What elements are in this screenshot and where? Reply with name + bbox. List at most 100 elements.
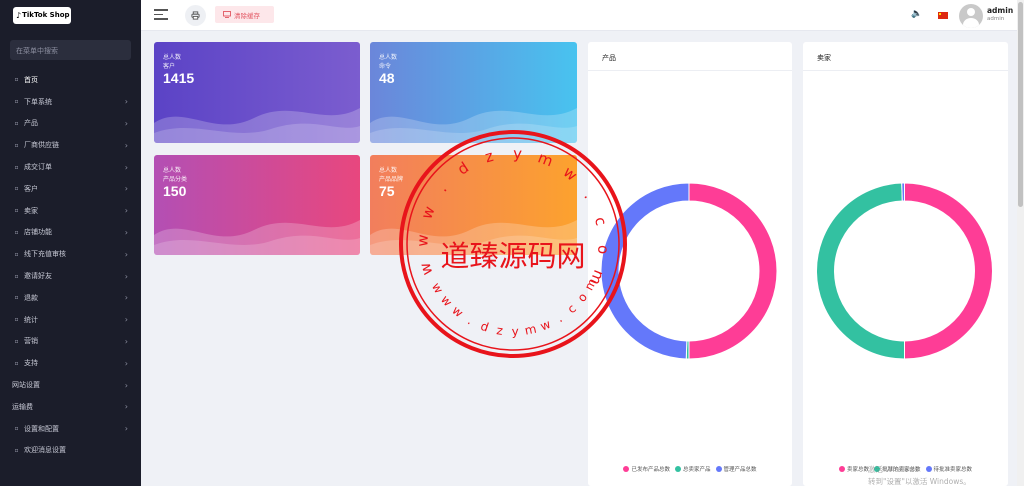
sellers-chart-panel: 卖家 卖家总数 批准的卖家总数 待批准卖家总数 [803,42,1008,486]
sidebar-item-label: 成交订单 [24,163,52,172]
sidebar-item-label: 产品 [24,119,38,128]
donut-slice[interactable] [600,182,690,360]
sidebar-item[interactable]: ▫ 退款 › [0,287,141,309]
tiktok-shop-logo[interactable]: ♪ TikTok Shop [13,6,71,24]
products-chart-panel: 产品 已发布产品总数 总卖家产品 管理产品总数 [588,42,792,486]
legend-item[interactable]: 已发布产品总数 [623,465,670,473]
sidebar-item[interactable]: ▫ 欢迎消息设置 [0,440,141,462]
chevron-right-icon: › [124,227,128,237]
avatar[interactable] [959,4,983,28]
stat-sublabel: 命令 [379,63,392,70]
truck-icon: ▫ [14,141,19,149]
sidebar-menu: ▫ 首页 ▫ 下单系统 › ▫ 产品 › ▫ 厂商供应链 › ▫ 成交订单 › ▫ 客户 › ▫ 卖家 › ▫ 店铺功能 ›… [0,69,141,461]
chevron-right-icon: › [124,358,128,368]
speaker-icon[interactable]: 🔈 [911,9,922,19]
chevron-right-icon: › [124,380,128,390]
sidebar-item-label: 欢迎消息设置 [24,446,66,455]
stamp-url-char: . [554,311,565,325]
stat-card-orders[interactable]: 总人数 命令 48 [370,42,577,143]
sidebar-item-label: 营销 [24,337,38,346]
stat-sublabel: 产品品牌 [379,176,404,183]
printer-icon [191,11,200,20]
chevron-right-icon: › [124,271,128,281]
users-icon: ▫ [14,185,19,193]
sidebar-item[interactable]: ▫ 支持 › [0,352,141,374]
funnel-icon: ▫ [14,98,19,106]
stamp-url-char: m [523,322,537,338]
print-button[interactable] [185,5,206,26]
stamp-url-char: c [565,301,579,316]
chevron-right-icon: › [124,162,128,172]
home-icon: ▫ [14,76,19,84]
page-scrollbar[interactable] [1017,0,1024,486]
gear-icon: ▫ [14,425,19,433]
stat-value: 48 [379,70,395,86]
user-icon: ▫ [14,207,19,215]
sidebar-item-label: 统计 [24,315,38,324]
sidebar-item[interactable]: ▫ 线下充值审核 › [0,243,141,265]
sidebar-item[interactable]: ▫ 统计 › [0,309,141,331]
sidebar-item-label: 首页 [24,75,38,84]
sidebar-item[interactable]: ▫ 厂商供应链 › [0,134,141,156]
menu-search-input[interactable]: 在菜单中搜索 [10,40,131,60]
sidebar-item[interactable]: ▫ 产品 › [0,113,141,135]
legend-item[interactable]: 总卖家产品 [674,465,711,473]
chevron-right-icon: › [124,140,128,150]
list-icon: ▫ [14,163,19,171]
sidebar-item[interactable]: ▫ 邀请好友 › [0,265,141,287]
sidebar-item-label: 网站设置 [12,381,40,390]
sidebar-item[interactable]: ▫ 营销 › [0,331,141,353]
china-flag-icon[interactable] [938,12,948,19]
sidebar-item[interactable]: ▫ 成交订单 › [0,156,141,178]
stat-card-brands[interactable]: 总人数 产品品牌 75 [370,155,577,255]
chevron-right-icon: › [124,97,128,107]
sidebar-item[interactable]: ▫ 首页 [0,69,141,91]
wave-decoration [370,220,577,255]
os-watermark-line2: 转到"设置"以激活 Windows。 [868,477,971,486]
support-icon: ▫ [14,359,19,367]
sidebar-item[interactable]: ▫ 客户 › [0,178,141,200]
stat-value: 150 [163,183,187,199]
cart-icon: ▫ [14,119,19,127]
chevron-right-icon: › [124,336,128,346]
stat-card-categories[interactable]: 总人数 产品分类 150 [154,155,360,255]
menu-toggle-icon[interactable] [154,9,168,21]
stat-label: 总人数 [163,54,182,61]
stat-label: 总人数 [379,167,398,174]
stat-value: 75 [379,183,395,199]
stat-sublabel: 客户 [163,63,176,70]
wave-decoration [154,108,360,143]
top-header: 清除缓存 🔈 admin admin [141,0,1017,31]
donut-slice[interactable] [901,182,905,202]
sidebar-item[interactable]: ▫ 下单系统 › [0,91,141,113]
chevron-right-icon: › [124,184,128,194]
donut-slice[interactable] [815,182,905,360]
legend-item[interactable]: 管理产品总数 [715,465,757,473]
scrollbar-thumb[interactable] [1018,2,1023,207]
sidebar-item[interactable]: 运输费 › [0,396,141,418]
sidebar-item[interactable]: 网站设置 › [0,374,141,396]
sidebar-item[interactable]: ▫ 卖家 › [0,200,141,222]
bullhorn-icon: ▫ [14,337,19,345]
sidebar-item[interactable]: ▫ 店铺功能 › [0,222,141,244]
donut-slice[interactable] [688,182,778,360]
link-icon: ▫ [14,272,19,280]
user-name[interactable]: admin [987,6,1013,15]
stamp-url-char: . [465,313,475,327]
wave-decoration [370,108,577,143]
sidebar-item-label: 店铺功能 [24,228,52,237]
sidebar-item-label: 卖家 [24,206,38,215]
stat-card-customers[interactable]: 总人数 客户 1415 [154,42,360,143]
stamp-url-char: w [416,261,437,278]
chart-icon: ▫ [14,316,19,324]
sidebar-item[interactable]: ▫ 设置和配置 › [0,418,141,440]
legend-item[interactable]: 卖家总数 [838,465,869,473]
donut-slice[interactable] [904,182,993,360]
chart-legend: 已发布产品总数 总卖家产品 管理产品总数 [588,465,792,473]
stamp-url-char: w [449,303,466,320]
monitor-icon [223,11,231,18]
upload-icon: ▫ [14,250,19,258]
chevron-right-icon: › [124,293,128,303]
tiktok-icon: ♪ [16,10,22,20]
clear-cache-button[interactable]: 清除缓存 [215,6,274,23]
